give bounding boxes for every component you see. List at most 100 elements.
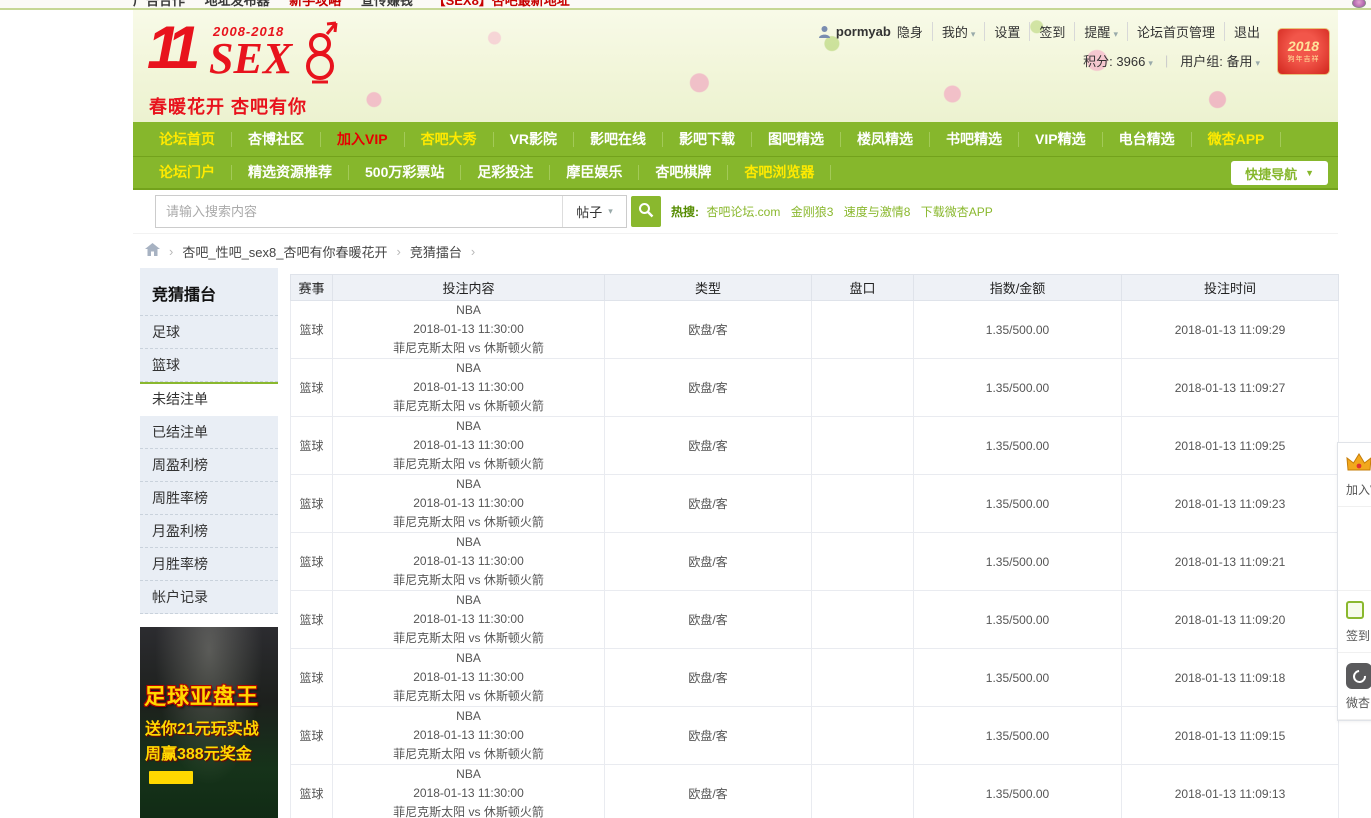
cell-bet-content: NBA 2018-01-13 11:30:00 菲尼克斯太阳 vs 休斯顿火箭 bbox=[332, 764, 605, 818]
nav-item[interactable]: 杏博社区 bbox=[232, 131, 321, 147]
bet-match: 菲尼克斯太阳 vs 休斯顿火箭 bbox=[393, 573, 544, 587]
breadcrumb-section-link[interactable]: 竞猜擂台 bbox=[410, 242, 462, 261]
bet-match-time: 2018-01-13 11:30:00 bbox=[413, 322, 524, 336]
sidebar-item[interactable]: 月胜率榜 bbox=[140, 548, 278, 581]
nav-item[interactable]: 楼凤精选 bbox=[841, 131, 931, 147]
cell-sport: 篮球 bbox=[290, 358, 333, 417]
topbar-link[interactable]: 广告合作 bbox=[133, 0, 185, 8]
badge-year: 2018 bbox=[1287, 38, 1320, 54]
table-row: 篮球 NBA 2018-01-13 11:30:00 菲尼克斯太阳 vs 休斯顿… bbox=[290, 300, 1339, 359]
bet-match-time: 2018-01-13 11:30:00 bbox=[413, 554, 524, 568]
sign-in-shortcut[interactable]: 签到 bbox=[1338, 591, 1371, 653]
cell-type: 欧盘/客 bbox=[604, 590, 812, 649]
nav-item[interactable]: 论坛门户 bbox=[143, 165, 232, 180]
nav-item[interactable]: 影吧下载 bbox=[663, 131, 753, 147]
search-input[interactable] bbox=[156, 196, 562, 227]
weixing-app-shortcut[interactable]: 微杏 bbox=[1338, 653, 1371, 720]
nav-item[interactable]: 加入VIP bbox=[321, 131, 405, 147]
search-button[interactable] bbox=[631, 196, 661, 227]
football-ad-banner[interactable]: 足球亚盘王 送你21元玩实战 周赢388元奖金 bbox=[140, 627, 278, 818]
cell-bet-content: NBA 2018-01-13 11:30:00 菲尼克斯太阳 vs 休斯顿火箭 bbox=[332, 706, 605, 765]
user-menu-item[interactable]: 设置 bbox=[984, 22, 1020, 41]
bet-league: NBA bbox=[456, 477, 481, 491]
join-vip-shortcut[interactable]: 加入VIP bbox=[1338, 443, 1371, 507]
cell-odds-amount: 1.35/500.00 bbox=[913, 358, 1122, 417]
nav-item[interactable]: 500万彩票站 bbox=[349, 165, 462, 180]
floating-side-panel: 加入VIP 签到 微杏 bbox=[1337, 442, 1371, 721]
bet-league: NBA bbox=[456, 303, 481, 317]
cell-type: 欧盘/客 bbox=[604, 532, 812, 591]
ad-text: 送你21元玩实战 bbox=[145, 721, 259, 738]
breadcrumb: 杏吧_性吧_sex8_杏吧有你春暖花开 竞猜擂台 bbox=[133, 238, 1338, 264]
bet-match-time: 2018-01-13 11:30:00 bbox=[413, 496, 524, 510]
user-menu-item[interactable]: 我的 bbox=[931, 22, 975, 41]
chevron-down-icon bbox=[1255, 58, 1260, 68]
user-menu-item[interactable]: 提醒 bbox=[1074, 22, 1118, 41]
breadcrumb-forum-link[interactable]: 杏吧_性吧_sex8_杏吧有你春暖花开 bbox=[182, 242, 387, 261]
topbar-link[interactable]: 地址发布器 bbox=[205, 0, 270, 8]
nav-item[interactable]: VIP精选 bbox=[1019, 131, 1103, 147]
cell-handicap bbox=[811, 416, 914, 475]
topbar-link[interactable]: 新手攻略 bbox=[289, 0, 341, 8]
nav-item[interactable]: 杏吧大秀 bbox=[405, 131, 494, 147]
hot-search-link[interactable]: 速度与激情8 bbox=[844, 205, 911, 219]
nav-item[interactable]: 微杏APP bbox=[1192, 131, 1282, 147]
cell-handicap bbox=[811, 300, 914, 359]
nav-item[interactable]: 足彩投注 bbox=[461, 165, 551, 180]
nav-item[interactable]: 影吧在线 bbox=[574, 131, 664, 147]
sidebar-item[interactable]: 篮球 bbox=[140, 349, 278, 382]
table-header-row: 赛事 投注内容 类型 盘口 指数/金额 投注时间 bbox=[290, 274, 1339, 301]
hot-search-link[interactable]: 下载微杏APP bbox=[921, 205, 993, 219]
badge-subtitle: 狗年吉祥 bbox=[1287, 56, 1320, 63]
nav-item[interactable]: 图吧精选 bbox=[752, 131, 842, 147]
table-row: 篮球 NBA 2018-01-13 11:30:00 菲尼克斯太阳 vs 休斯顿… bbox=[290, 532, 1339, 591]
topbar-link[interactable]: 【SEX8】杏吧最新地址 bbox=[433, 0, 570, 8]
nav-item[interactable]: 杏吧棋牌 bbox=[639, 165, 729, 180]
sidebar-item[interactable]: 未结注单 bbox=[140, 382, 278, 416]
user-menu-item[interactable]: 论坛首页管理 bbox=[1126, 22, 1215, 41]
cell-type: 欧盘/客 bbox=[604, 706, 812, 765]
sidebar-item[interactable]: 已结注单 bbox=[140, 416, 278, 449]
main-nav: 论坛首页 杏博社区 加入VIP 杏吧大秀 VR影院 影吧在线 影吧下载 图吧精选… bbox=[133, 122, 1338, 157]
nav-item[interactable]: 杏吧浏览器 bbox=[728, 165, 832, 180]
topbar-link[interactable]: 宣传赚钱 bbox=[361, 0, 413, 8]
nav-item[interactable]: VR影院 bbox=[494, 131, 575, 147]
nav-item[interactable]: 论坛首页 bbox=[143, 131, 232, 147]
cell-bet-content: NBA 2018-01-13 11:30:00 菲尼克斯太阳 vs 休斯顿火箭 bbox=[332, 648, 605, 707]
sidebar-item[interactable]: 月盈利榜 bbox=[140, 515, 278, 548]
usergroup-dropdown[interactable]: 用户组: 备用 bbox=[1180, 51, 1260, 70]
shortcut-label: 微杏 bbox=[1346, 696, 1371, 710]
user-menu-item[interactable]: 签到 bbox=[1029, 22, 1065, 41]
hot-search-link[interactable]: 杏吧论坛.com bbox=[706, 205, 780, 219]
quick-nav-button[interactable]: 快捷导航 bbox=[1231, 161, 1328, 185]
emoticon-icon[interactable] bbox=[1352, 0, 1366, 8]
nav-item[interactable]: 摩臣娱乐 bbox=[550, 165, 640, 180]
site-logo[interactable]: 11 2008-2018 SEX 春暖花开 杏吧有你 bbox=[147, 16, 357, 117]
shortcut-label: 签到 bbox=[1346, 629, 1371, 643]
username[interactable]: pormyab bbox=[836, 24, 891, 39]
hot-search-link[interactable]: 金刚狼3 bbox=[791, 205, 834, 219]
search-type-select[interactable]: 帖子 bbox=[562, 196, 626, 227]
nav-item[interactable]: 书吧精选 bbox=[930, 131, 1020, 147]
page: 广告合作 地址发布器 新手攻略 宣传赚钱 【SEX8】杏吧最新地址 11 200… bbox=[0, 0, 1371, 818]
cell-handicap bbox=[811, 358, 914, 417]
nav-item[interactable]: 精选资源推荐 bbox=[232, 165, 349, 180]
user-menu-row: pormyab 隐身 我的 设置 签到 提醒 论坛首页管理 退出 bbox=[818, 22, 1260, 41]
ad-button[interactable] bbox=[149, 771, 193, 784]
new-year-2018-badge[interactable]: 2018 狗年吉祥 bbox=[1277, 28, 1330, 75]
bets-table: 赛事 投注内容 类型 盘口 指数/金额 投注时间 篮球 NBA 2018-01-… bbox=[290, 274, 1339, 818]
sidebar-item[interactable]: 足球 bbox=[140, 316, 278, 349]
user-menu-item[interactable]: 退出 bbox=[1223, 22, 1260, 41]
nav-item[interactable]: 电台精选 bbox=[1103, 131, 1192, 147]
cell-sport: 篮球 bbox=[290, 648, 333, 707]
search-icon bbox=[638, 202, 654, 221]
ad-text: 周赢388元奖金 bbox=[145, 746, 252, 763]
sidebar-item[interactable]: 周盈利榜 bbox=[140, 449, 278, 482]
points-dropdown[interactable]: 积分: 3966 bbox=[1083, 51, 1153, 70]
visibility-toggle[interactable]: 隐身 bbox=[897, 22, 923, 41]
cell-sport: 篮球 bbox=[290, 764, 333, 818]
sidebar-item[interactable]: 帐户记录 bbox=[140, 581, 278, 614]
sidebar-item[interactable]: 周胜率榜 bbox=[140, 482, 278, 515]
home-icon[interactable] bbox=[145, 242, 160, 260]
cell-type: 欧盘/客 bbox=[604, 300, 812, 359]
